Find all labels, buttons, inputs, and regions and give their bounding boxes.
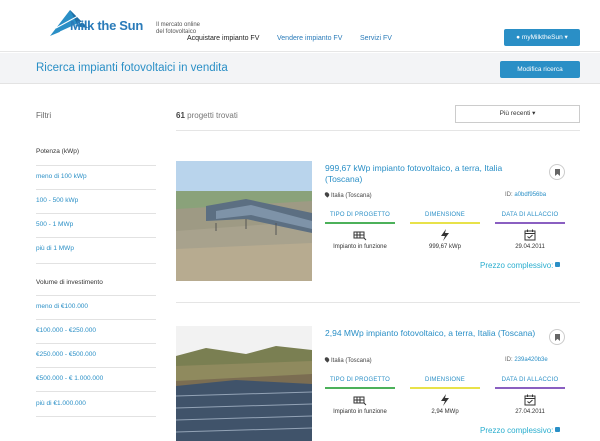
divider bbox=[176, 302, 580, 303]
location-pin-icon bbox=[323, 356, 331, 363]
sort-dropdown[interactable]: Più recenti ▾ bbox=[455, 105, 580, 123]
bookmark-icon[interactable] bbox=[549, 329, 565, 345]
total-price[interactable]: Prezzo complessivo: bbox=[480, 261, 561, 270]
divider bbox=[176, 130, 580, 131]
page-title: Ricerca impianti fotovoltaici in vendita bbox=[36, 62, 228, 74]
listing-location: Italia (Toscana) bbox=[323, 356, 372, 364]
power-filter-item[interactable]: 500 - 1 MWp bbox=[36, 221, 73, 228]
power-filter-item[interactable]: meno di 100 kWp bbox=[36, 173, 87, 180]
user-icon: ● bbox=[516, 34, 521, 41]
col-connection-date: DATA DI ALLACCIO bbox=[501, 377, 559, 383]
size-bar bbox=[410, 222, 480, 224]
date-value: 29.04.2011 bbox=[515, 244, 545, 250]
divider bbox=[36, 295, 156, 296]
investment-filter-item[interactable]: più di €1.000.000 bbox=[36, 400, 86, 407]
search-header: Ricerca impianti fotovoltaici in vendita… bbox=[0, 53, 600, 84]
divider bbox=[36, 343, 156, 344]
listing-card[interactable]: 999,67 kWp impianto fotovoltaico, a terr… bbox=[176, 161, 580, 289]
divider bbox=[36, 319, 156, 320]
divider bbox=[36, 391, 156, 392]
divider bbox=[36, 416, 156, 417]
listing-title[interactable]: 2,94 MWp impianto fotovoltaico, a terra,… bbox=[325, 328, 540, 339]
date-bar bbox=[495, 387, 565, 389]
type-bar bbox=[325, 387, 395, 389]
lock-icon bbox=[555, 427, 561, 432]
listing-title[interactable]: 999,67 kWp impianto fotovoltaico, a terr… bbox=[325, 163, 540, 185]
date-value: 27.04.2011 bbox=[515, 409, 545, 415]
investment-filter-item[interactable]: €250.000 - €500.000 bbox=[36, 351, 96, 358]
col-size: DIMENSIONE bbox=[424, 212, 465, 218]
divider bbox=[36, 263, 156, 264]
power-filter-item[interactable]: 100 - 500 kWp bbox=[36, 197, 78, 204]
top-navbar: Milk the Sun Il mercato online del fotov… bbox=[0, 0, 600, 52]
listing-id: ID: 239a420b3e bbox=[505, 357, 548, 363]
listing-location: Italia (Toscana) bbox=[323, 191, 372, 199]
project-type-value: Impianto in funzione bbox=[333, 409, 387, 415]
listing-card[interactable]: 2,94 MWp impianto fotovoltaico, a terra,… bbox=[176, 326, 580, 441]
divider bbox=[36, 213, 156, 214]
col-connection-date: DATA DI ALLACCIO bbox=[501, 212, 559, 218]
nav-services[interactable]: Servizi FV bbox=[360, 35, 392, 42]
logo[interactable]: Milk the Sun Il mercato online del fotov… bbox=[48, 6, 200, 46]
listing-id: ID: a0bdf956ba bbox=[505, 192, 547, 198]
location-pin-icon bbox=[323, 191, 331, 198]
listing-photo[interactable] bbox=[176, 161, 312, 281]
divider bbox=[36, 189, 156, 190]
divider bbox=[36, 367, 156, 368]
lock-icon bbox=[555, 262, 561, 267]
logo-text: Milk the Sun bbox=[70, 18, 143, 33]
filters-title: Filtri bbox=[36, 111, 52, 120]
project-type-value: Impianto in funzione bbox=[333, 244, 387, 250]
type-bar bbox=[325, 222, 395, 224]
total-price[interactable]: Prezzo complessivo: bbox=[480, 426, 561, 435]
investment-filter-item[interactable]: meno di €100.000 bbox=[36, 303, 88, 310]
nav-sell[interactable]: Vendere impianto FV bbox=[277, 35, 342, 42]
bookmark-icon[interactable] bbox=[549, 164, 565, 180]
user-menu-label: myMilktheSun ▾ bbox=[521, 34, 568, 41]
listing-photo[interactable] bbox=[176, 326, 312, 441]
investment-filter-item[interactable]: €100.000 - €250.000 bbox=[36, 327, 96, 334]
power-filter-item[interactable]: più di 1 MWp bbox=[36, 245, 74, 252]
results-count-number: 61 bbox=[176, 111, 185, 120]
user-menu-button[interactable]: ● myMilktheSun ▾ bbox=[504, 29, 580, 46]
col-project-type: TIPO DI PROGETTO bbox=[329, 377, 391, 383]
nav-buy[interactable]: Acquistare impianto FV bbox=[187, 35, 259, 42]
size-bar bbox=[410, 387, 480, 389]
col-project-type: TIPO DI PROGETTO bbox=[329, 212, 391, 218]
results-count-label: progetti trovati bbox=[187, 111, 238, 120]
investment-filter-item[interactable]: €500.000 - € 1.000.000 bbox=[36, 375, 103, 382]
results-count: 61 progetti trovati bbox=[176, 111, 238, 120]
size-value: 2,94 MWp bbox=[431, 409, 459, 415]
investment-filter-heading: Volume di investimento bbox=[36, 279, 103, 286]
date-bar bbox=[495, 222, 565, 224]
modify-search-button[interactable]: Modifica ricerca bbox=[500, 61, 580, 78]
divider bbox=[36, 165, 156, 166]
col-size: DIMENSIONE bbox=[424, 377, 465, 383]
logo-tagline: Il mercato online del fotovoltaico bbox=[156, 22, 201, 35]
power-filter-heading: Potenza (kWp) bbox=[36, 148, 79, 155]
size-value: 999,67 kWp bbox=[428, 244, 462, 250]
divider bbox=[36, 237, 156, 238]
